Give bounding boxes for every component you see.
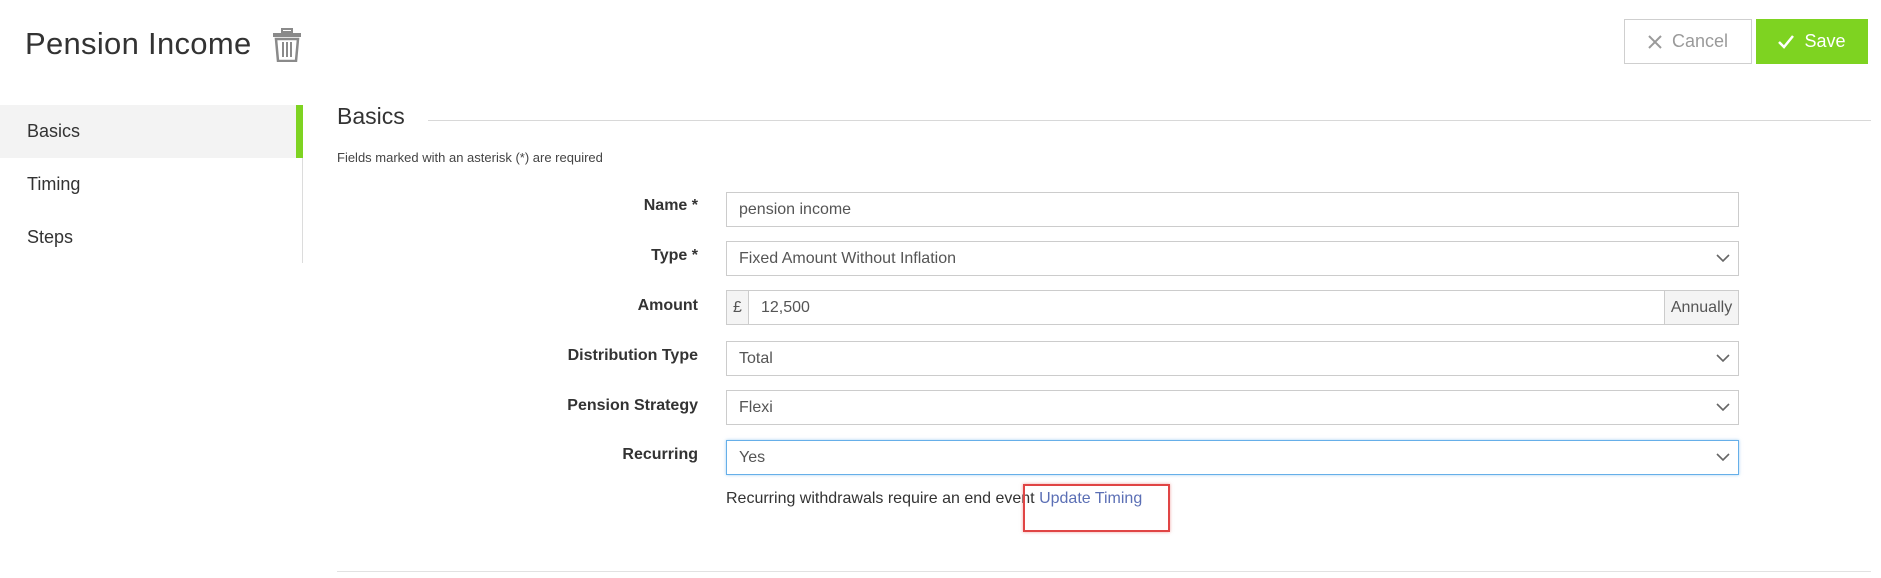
sidebar-item-timing[interactable]: Timing xyxy=(0,158,302,211)
sidebar-item-steps[interactable]: Steps xyxy=(0,211,302,264)
section-title: Basics xyxy=(337,103,405,129)
section-bottom-divider xyxy=(337,571,1871,572)
chevron-down-icon xyxy=(1708,354,1738,363)
chevron-down-icon xyxy=(1708,453,1738,462)
cancel-button[interactable]: Cancel xyxy=(1624,19,1752,64)
trash-icon[interactable] xyxy=(272,28,302,62)
chevron-down-icon xyxy=(1708,254,1738,263)
recurring-select[interactable]: Yes xyxy=(726,440,1739,475)
frequency-addon: Annually xyxy=(1664,291,1738,324)
section-divider xyxy=(428,120,1871,121)
required-note: Fields marked with an asterisk (*) are r… xyxy=(337,150,603,165)
save-label: Save xyxy=(1804,31,1846,51)
distribution-type-select[interactable]: Total xyxy=(726,341,1739,376)
amount-label: Amount xyxy=(637,297,698,314)
pension-strategy-label: Pension Strategy xyxy=(567,397,698,414)
sidebar-item-basics[interactable]: Basics xyxy=(0,105,303,158)
pension-strategy-value: Flexi xyxy=(739,398,773,416)
highlight-box xyxy=(1023,484,1170,532)
distribution-type-value: Total xyxy=(739,349,773,367)
sidebar-item-label: Steps xyxy=(27,227,74,247)
recurring-label: Recurring xyxy=(622,446,698,463)
check-icon xyxy=(1778,34,1795,49)
hint-text: Recurring withdrawals require an end eve… xyxy=(726,490,1035,507)
sidebar-nav: Basics Timing Steps xyxy=(0,105,303,263)
save-button[interactable]: Save xyxy=(1756,19,1868,64)
cancel-label: Cancel xyxy=(1671,31,1729,51)
name-field[interactable]: pension income xyxy=(726,192,1739,227)
chevron-down-icon xyxy=(1708,403,1738,412)
type-value: Fixed Amount Without Inflation xyxy=(739,249,956,267)
name-label: Name * xyxy=(643,197,698,214)
pension-strategy-select[interactable]: Flexi xyxy=(726,390,1739,425)
type-label: Type * xyxy=(651,247,698,264)
close-icon xyxy=(1648,34,1662,49)
sidebar-item-label: Timing xyxy=(27,174,81,194)
amount-value: 12,500 xyxy=(761,298,810,316)
sidebar-item-label: Basics xyxy=(27,121,81,141)
amount-field[interactable]: £ 12,500 Annually xyxy=(726,290,1739,325)
currency-addon: £ xyxy=(727,291,749,324)
page-title: Pension Income xyxy=(25,26,252,61)
type-select[interactable]: Fixed Amount Without Inflation xyxy=(726,241,1739,276)
recurring-value: Yes xyxy=(739,448,766,466)
distribution-type-label: Distribution Type xyxy=(567,347,698,364)
name-value: pension income xyxy=(739,200,852,218)
